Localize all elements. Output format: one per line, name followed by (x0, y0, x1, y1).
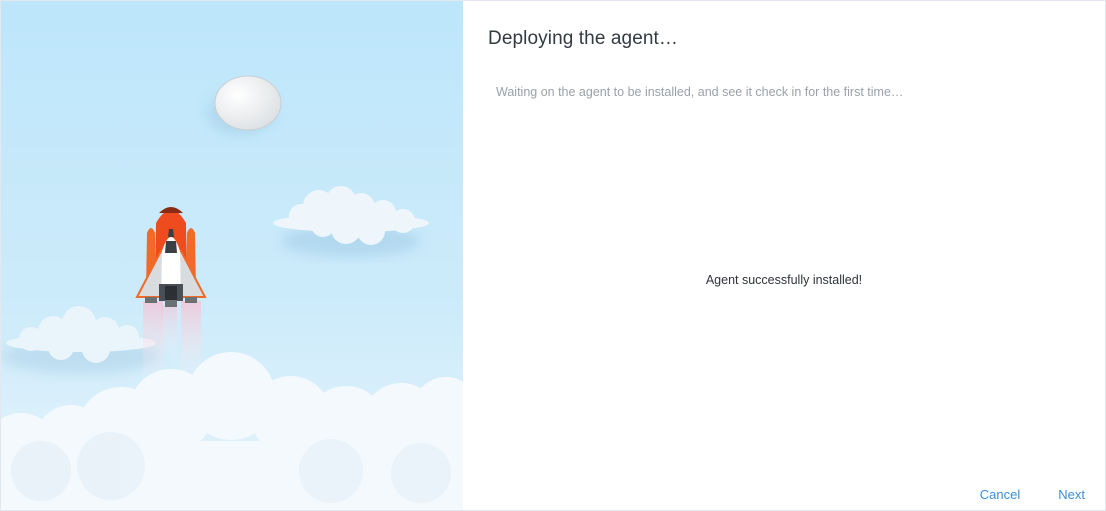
rocket-launch-illustration (1, 1, 463, 510)
wizard-footer: Cancel Next (980, 487, 1085, 502)
cancel-button[interactable]: Cancel (980, 487, 1020, 502)
install-status-message: Agent successfully installed! (705, 273, 863, 287)
next-button[interactable]: Next (1058, 487, 1085, 502)
page-title: Deploying the agent… (488, 28, 679, 49)
page-subtitle: Waiting on the agent to be installed, an… (496, 85, 904, 99)
rocket-scene (1, 1, 463, 510)
wizard-content: Deploying the agent… Waiting on the agen… (463, 1, 1105, 510)
deploy-agent-wizard: Deploying the agent… Waiting on the agen… (0, 0, 1106, 511)
